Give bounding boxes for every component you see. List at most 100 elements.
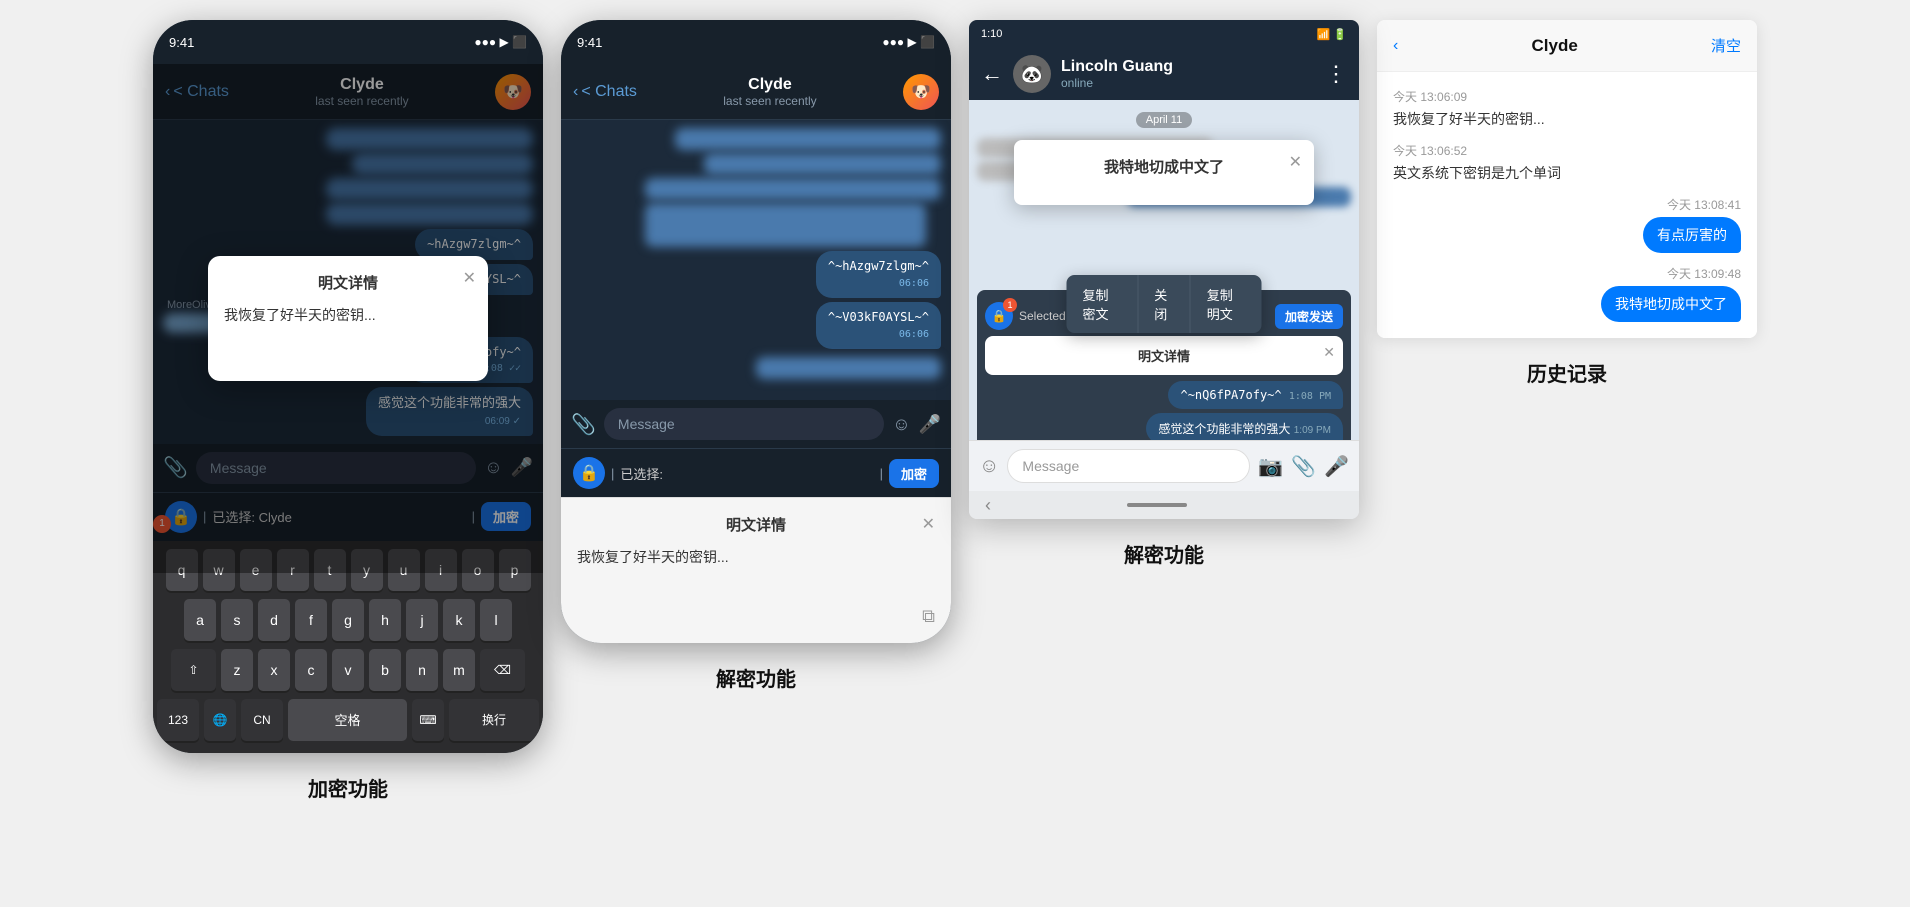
- pipe-sep-4: |: [880, 466, 883, 481]
- keyboard-row-4: 123 🌐 CN 空格 ⌨ 换行: [157, 699, 539, 741]
- chat-header-2: ‹ < Chats Clyde last seen recently 🐶: [561, 64, 951, 120]
- caption-4: 历史记录: [1527, 358, 1607, 387]
- encrypt-icon-wrapper-2: 🔒: [573, 457, 605, 489]
- action-buttons-3: 复制密文 关闭 复制明文: [1067, 275, 1262, 333]
- chat-name-2: Clyde: [645, 76, 895, 94]
- history-time-1: 今天 13:06:09: [1393, 88, 1741, 105]
- android-input-bar-3: ☺ Message 📷 📎 🎤: [969, 440, 1359, 491]
- key-j[interactable]: j: [406, 599, 438, 641]
- mini-popup-close-3[interactable]: ✕: [1323, 344, 1335, 361]
- mic-icon-2[interactable]: 🎤: [919, 414, 941, 435]
- android-popup-3: 我特地切成中文了 ✕: [1014, 140, 1314, 205]
- status-time-1: 9:41: [169, 35, 194, 50]
- encrypt-bar-2: 🔒 | 已选择: | 加密: [561, 448, 951, 497]
- key-n[interactable]: n: [406, 649, 438, 691]
- history-text-2: 英文系统下密钥是九个单词: [1393, 163, 1741, 184]
- attach-icon-2[interactable]: 📎: [571, 412, 596, 437]
- action-copy-plain-3[interactable]: 复制明文: [1191, 275, 1262, 333]
- key-f[interactable]: f: [295, 599, 327, 641]
- blurred-2-4: [645, 203, 926, 247]
- key-globe[interactable]: 🌐: [204, 699, 236, 741]
- android-popup-title-3: 我特地切成中文了: [1030, 156, 1298, 177]
- android-more-3[interactable]: ⋮: [1325, 61, 1347, 87]
- android-panel-3: 1:10 📶 🔋 ← 🐼 Lincoln Guang online ⋮ Apri…: [969, 20, 1359, 519]
- popup-title-1: 明文详情: [224, 272, 472, 293]
- action-copy-cipher-3[interactable]: 复制密文: [1067, 275, 1139, 333]
- history-time-4: 今天 13:09:48: [1667, 265, 1741, 282]
- action-close-3[interactable]: 关闭: [1138, 275, 1190, 333]
- inner-encrypt-btn-3[interactable]: 加密发送: [1275, 304, 1343, 329]
- key-z[interactable]: z: [221, 649, 253, 691]
- key-b[interactable]: b: [369, 649, 401, 691]
- history-panel-4: ‹ Clyde 清空 今天 13:06:09 我恢复了好半天的密钥... 今天 …: [1377, 20, 1757, 338]
- history-messages-4: 今天 13:06:09 我恢复了好半天的密钥... 今天 13:06:52 英文…: [1377, 72, 1757, 338]
- key-d[interactable]: d: [258, 599, 290, 641]
- keyboard-row-3: ⇧ z x c v b n m ⌫: [157, 649, 539, 691]
- panel1-container: 9:41 ●●● ▶ ⬛ ‹ < Chats Clyde last seen r…: [153, 20, 543, 802]
- key-k[interactable]: k: [443, 599, 475, 641]
- back-button-2[interactable]: ‹ < Chats: [573, 83, 637, 101]
- history-title-4: Clyde: [1398, 36, 1711, 56]
- android-attach-icon-3[interactable]: 📎: [1291, 454, 1316, 479]
- inner-messages-3: ^~nQ6fPA7ofy~^ 1:08 PM 感觉这个功能非常的强大 1:09 …: [985, 381, 1343, 440]
- key-l[interactable]: l: [480, 599, 512, 641]
- android-statusbar-3: 1:10 📶 🔋: [969, 20, 1359, 48]
- android-message-input-3[interactable]: Message: [1007, 449, 1250, 483]
- encrypt-btn-2[interactable]: 加密: [889, 459, 939, 488]
- popup-content-1: 我恢复了好半天的密钥...: [224, 305, 472, 365]
- android-avatar-3: 🐼: [1013, 55, 1051, 93]
- popup-close-2[interactable]: ✕: [922, 514, 935, 534]
- key-c[interactable]: c: [295, 649, 327, 691]
- panel3-container: 1:10 📶 🔋 ← 🐼 Lincoln Guang online ⋮ Apri…: [969, 20, 1359, 568]
- android-mic-icon-3[interactable]: 🎤: [1324, 454, 1349, 479]
- status-time-2: 9:41: [577, 35, 602, 50]
- key-h[interactable]: h: [369, 599, 401, 641]
- android-name-3: Lincoln Guang: [1061, 58, 1173, 76]
- mini-popup-title-3: 明文详情: [995, 346, 1333, 365]
- code-msg-2-2: ^~V03kF0AYSL~^ 06:06: [816, 302, 941, 349]
- inner-selected-3: Selected: [1019, 309, 1066, 323]
- caption-3: 解密功能: [1124, 539, 1204, 568]
- key-g[interactable]: g: [332, 599, 364, 641]
- blurred-group-2: [645, 128, 941, 247]
- key-space[interactable]: 空格: [288, 699, 407, 741]
- android-bottom-nav-3: ‹: [969, 491, 1359, 519]
- key-x[interactable]: x: [258, 649, 290, 691]
- key-keyboard[interactable]: ⌨: [412, 699, 444, 741]
- android-back-3[interactable]: ←: [981, 61, 1003, 87]
- history-msg-group-4: 今天 13:09:48 我特地切成中文了: [1393, 265, 1741, 322]
- key-123[interactable]: 123: [157, 699, 199, 741]
- caption-2: 解密功能: [716, 663, 796, 692]
- emoji-icon-2[interactable]: ☺: [892, 414, 910, 435]
- status-icons-1: ●●● ▶ ⬛: [474, 35, 527, 49]
- selected-label-2: 已选择:: [620, 464, 873, 483]
- iphone-panel-2: 9:41 ●●● ▶ ⬛ ‹ < Chats Clyde last seen r…: [561, 20, 951, 643]
- key-shift[interactable]: ⇧: [171, 649, 216, 691]
- key-v[interactable]: v: [332, 649, 364, 691]
- keyboard-row-2: a s d f g h j k l: [157, 599, 539, 641]
- android-nav-back-3[interactable]: ‹: [985, 495, 991, 516]
- popup-close-1[interactable]: ✕: [463, 268, 476, 288]
- android-emoji-icon-3[interactable]: ☺: [979, 455, 999, 478]
- plaintext-popup-2: 明文详情 ✕ 我恢复了好半天的密钥... ⧉: [561, 497, 951, 643]
- android-chat-header-3: ← 🐼 Lincoln Guang online ⋮: [969, 48, 1359, 100]
- key-delete[interactable]: ⌫: [480, 649, 525, 691]
- android-popup-close-3[interactable]: ✕: [1289, 152, 1302, 172]
- copy-icon-2[interactable]: ⧉: [922, 606, 935, 627]
- key-return[interactable]: 换行: [449, 699, 539, 741]
- history-msg-group-3: 今天 13:08:41 有点厉害的: [1393, 196, 1741, 253]
- key-cn[interactable]: CN: [241, 699, 283, 741]
- history-clear-4[interactable]: 清空: [1711, 35, 1741, 56]
- mini-popup-3: 明文详情 ✕: [985, 336, 1343, 375]
- popup-overlay-1: 明文详情 ✕ 我恢复了好半天的密钥...: [153, 64, 543, 573]
- popup-content-2: 我恢复了好半天的密钥...: [577, 547, 935, 627]
- key-a[interactable]: a: [184, 599, 216, 641]
- android-camera-icon-3[interactable]: 📷: [1258, 454, 1283, 479]
- history-time-2: 今天 13:06:52: [1393, 142, 1741, 159]
- blurred-2-3: [645, 178, 941, 200]
- message-input-2[interactable]: Message: [604, 408, 884, 440]
- key-m[interactable]: m: [443, 649, 475, 691]
- key-s[interactable]: s: [221, 599, 253, 641]
- android-name-group-3: Lincoln Guang online: [1061, 58, 1173, 90]
- messages-area-2: ^~hAzgw7zlgm~^ 06:06 ^~V03kF0AYSL~^ 06:0…: [561, 120, 951, 400]
